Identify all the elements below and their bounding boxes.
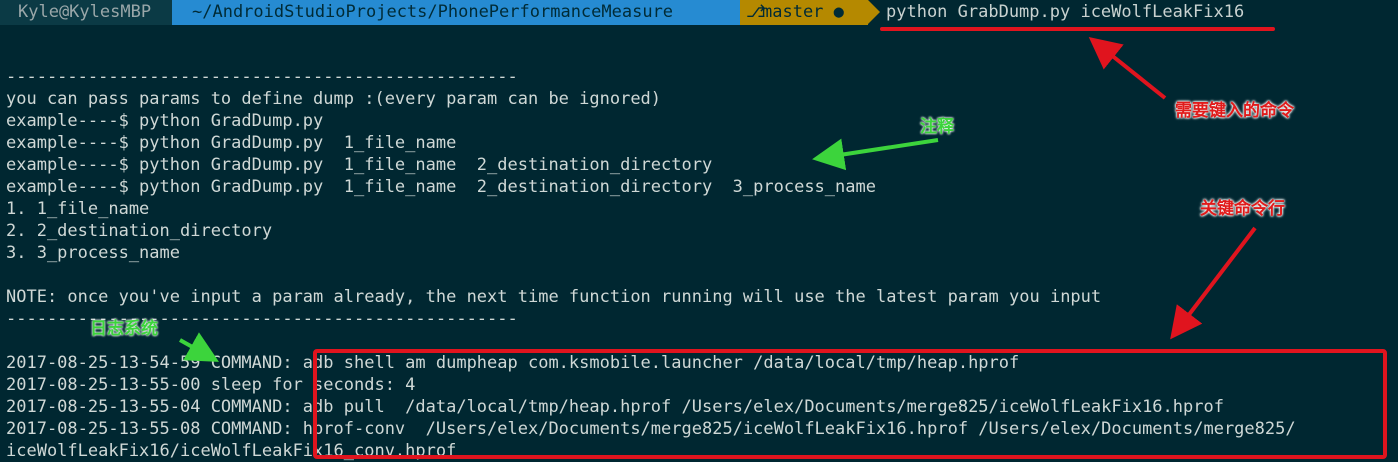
command-note-label: 需要键入的命令 [1175,101,1294,121]
key-lines-arrow-icon [1170,226,1257,340]
command-arrow-icon [1088,37,1167,100]
key-lines-note-label: 关键命令行 [1200,199,1285,219]
comment-note-label: 注释 [920,117,954,137]
annotation-arrows [179,37,1257,362]
comment-arrow-icon [812,138,939,171]
log-arrow-icon [179,332,219,362]
log-note-label: 日志系统 [90,319,158,339]
